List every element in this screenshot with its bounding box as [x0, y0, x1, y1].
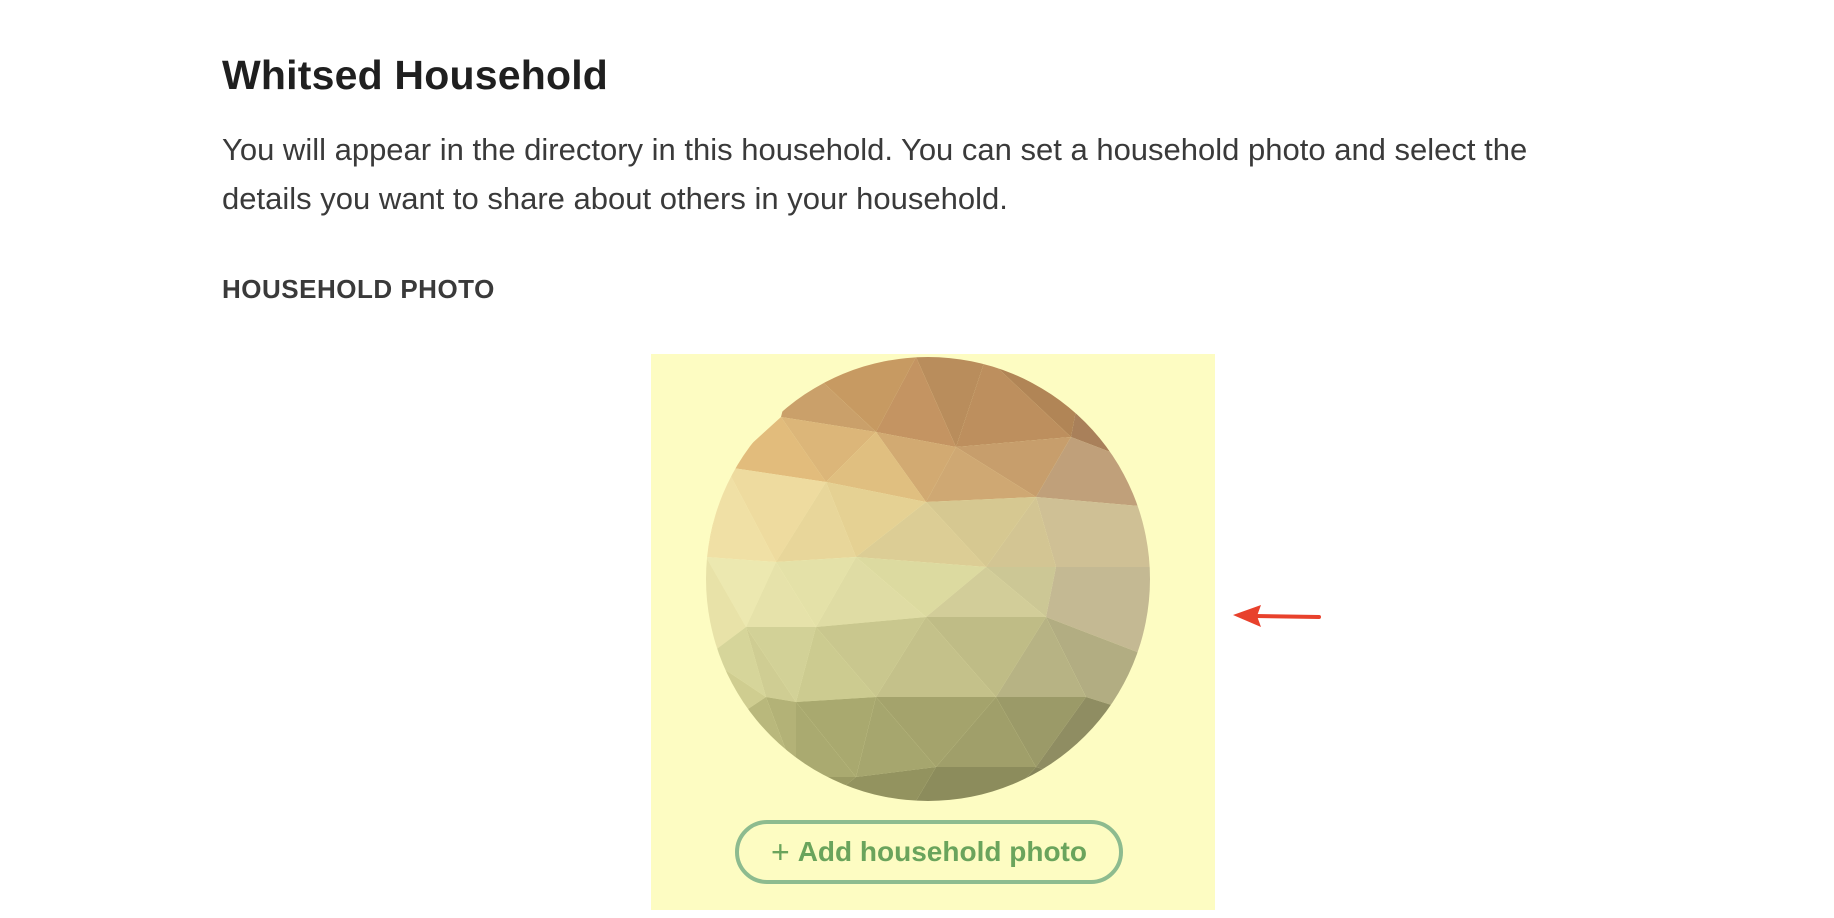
add-household-photo-label: Add household photo — [797, 836, 1087, 867]
household-description: You will appear in the directory in this… — [222, 132, 1528, 216]
plus-icon: + — [771, 834, 790, 870]
low-poly-placeholder-image — [706, 357, 1150, 801]
household-photo-label: HOUSEHOLD PHOTO — [222, 274, 495, 304]
arrow-left-icon — [1233, 605, 1321, 627]
page-title: Whitsed Household — [222, 52, 609, 98]
household-photo-placeholder[interactable] — [706, 357, 1150, 801]
add-household-photo-button[interactable]: + Add household photo — [735, 820, 1123, 884]
household-photo-panel: + Add household photo — [651, 354, 1215, 910]
